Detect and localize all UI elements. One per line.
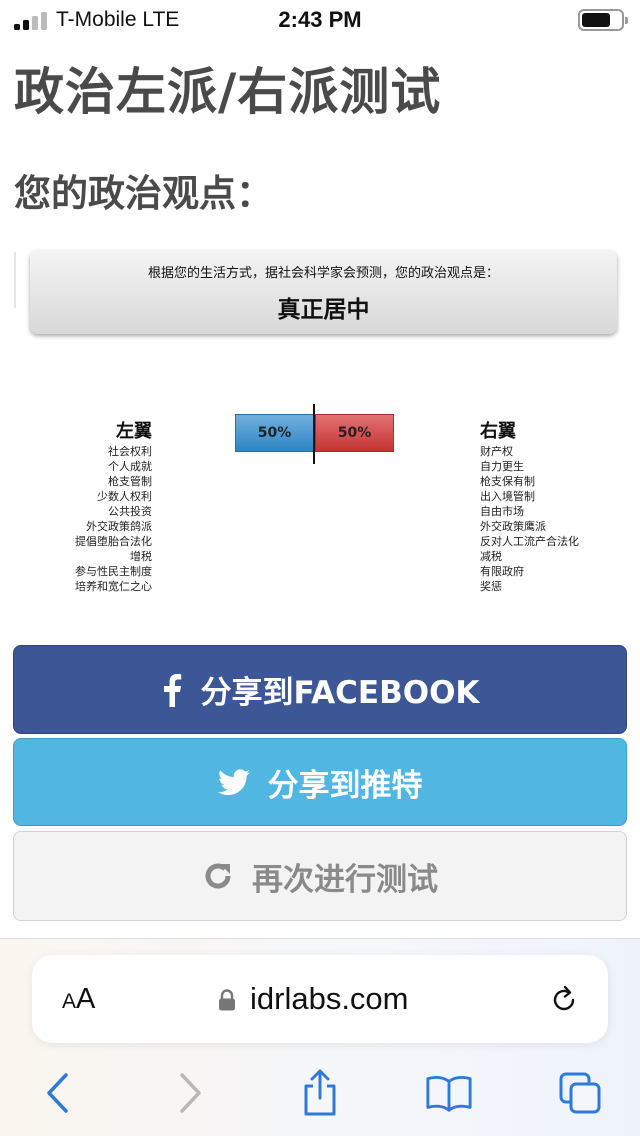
left-wing-item: 个人成就 — [108, 460, 152, 473]
right-wing-item: 出入境管制 — [480, 490, 535, 503]
status-bar: T-Mobile LTE 2:43 PM — [0, 0, 640, 40]
right-wing-item: 枪支保有制 — [480, 475, 535, 488]
right-wing-item: 反对人工流产合法化 — [480, 535, 579, 548]
left-wing-heading: 左翼 — [116, 421, 152, 442]
left-percentage-bar: 50% — [235, 414, 314, 452]
share-facebook-button[interactable]: 分享到FACEBOOK — [13, 645, 627, 734]
right-wing-item: 自力更生 — [480, 460, 524, 473]
back-button[interactable] — [34, 1069, 82, 1117]
retake-test-label: 再次进行测试 — [252, 861, 438, 898]
left-wing-item: 少数人权利 — [97, 490, 152, 503]
battery-icon — [578, 9, 628, 31]
chevron-left-icon — [47, 1073, 68, 1113]
chevron-right-icon — [180, 1073, 201, 1113]
left-wing-item: 参与性民主制度 — [75, 565, 152, 578]
text-size-button[interactable]: AA — [62, 983, 95, 1016]
right-wing-item: 自由市场 — [480, 505, 524, 518]
center-marker — [313, 404, 315, 464]
refresh-icon — [202, 860, 234, 892]
browser-toolbar: AA idrlabs.com — [0, 938, 640, 1136]
result-box: 根据您的生活方式，据社会科学家会预测，您的政治观点是： 真正居中 — [30, 250, 617, 334]
right-wing-item: 财产权 — [480, 445, 513, 458]
share-twitter-label: 分享到推特 — [267, 767, 423, 804]
twitter-icon — [217, 768, 250, 796]
bookmarks-button[interactable] — [425, 1069, 473, 1117]
address-bar[interactable]: AA idrlabs.com — [32, 955, 608, 1043]
left-wing-item: 公共投资 — [108, 505, 152, 518]
right-percentage-bar: 50% — [315, 414, 394, 452]
right-wing-item: 外交政策鹰派 — [480, 520, 546, 533]
facebook-icon — [161, 673, 183, 707]
book-icon — [426, 1075, 472, 1112]
tabs-button[interactable] — [556, 1069, 604, 1117]
url-text: idrlabs.com — [250, 981, 409, 1016]
retake-test-button[interactable]: 再次进行测试 — [13, 831, 627, 921]
left-wing-item: 社会权利 — [108, 445, 152, 458]
left-wing-item: 枪支管制 — [108, 475, 152, 488]
share-twitter-button[interactable]: 分享到推特 — [13, 738, 627, 826]
share-button[interactable] — [296, 1069, 344, 1117]
reload-icon[interactable] — [548, 983, 580, 1015]
left-wing-column: 左翼 社会权利 个人成就 枪支管制 少数人权利 公共投资 外交政策鸽派 提倡堕胎… — [75, 420, 152, 594]
page-title: 政治左派/右派测试 — [14, 63, 442, 121]
left-wing-item: 提倡堕胎合法化 — [75, 535, 152, 548]
right-wing-item: 奖惩 — [480, 580, 502, 593]
left-wing-item: 增税 — [130, 550, 152, 563]
right-wing-heading: 右翼 — [480, 421, 516, 442]
lock-icon — [219, 989, 235, 1011]
right-wing-column: 右翼 财产权 自力更生 枪支保有制 出入境管制 自由市场 外交政策鹰派 反对人工… — [480, 420, 579, 594]
divider — [14, 252, 16, 308]
status-time: 2:43 PM — [278, 7, 362, 32]
left-wing-item: 培养和宽仁之心 — [75, 580, 152, 593]
section-title: 您的政治观点： — [14, 172, 273, 215]
left-wing-item: 外交政策鸽派 — [86, 520, 152, 533]
share-facebook-label: 分享到FACEBOOK — [200, 675, 480, 711]
forward-button[interactable] — [166, 1069, 214, 1117]
tabs-icon — [559, 1072, 601, 1114]
share-icon — [304, 1069, 336, 1116]
right-wing-item: 减税 — [480, 550, 502, 563]
right-wing-item: 有限政府 — [480, 565, 524, 578]
result-value: 真正居中 — [277, 297, 370, 323]
text-size-small: A — [62, 990, 77, 1013]
result-subtitle: 根据您的生活方式，据社会科学家会预测，您的政治观点是： — [147, 266, 499, 281]
text-size-big: A — [76, 983, 96, 1015]
